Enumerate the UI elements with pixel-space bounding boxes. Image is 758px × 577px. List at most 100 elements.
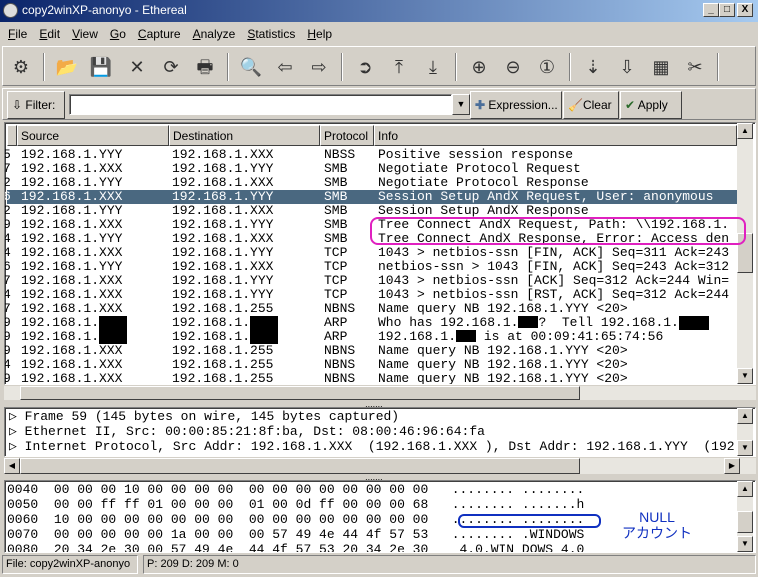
- open-icon[interactable]: 📂: [55, 55, 79, 79]
- cell-destination: 192.168.1.XXX: [172, 176, 274, 190]
- menu-capture[interactable]: Capture: [138, 27, 181, 44]
- details-scrollbar[interactable]: ▲ ▼: [737, 408, 753, 456]
- zoom-normal-icon[interactable]: ①: [535, 55, 559, 79]
- table-row[interactable]: 5 192.168.1.YYY 192.168.1.XXX NBSS Positive …: [5, 148, 737, 162]
- cell-no: 6: [5, 190, 13, 204]
- scroll-up-button[interactable]: ▲: [737, 481, 753, 497]
- scroll-left-button[interactable]: ◀: [4, 458, 20, 474]
- filter-input[interactable]: [69, 94, 452, 115]
- menu-help[interactable]: Help: [307, 27, 332, 44]
- preferences-icon[interactable]: ✂: [683, 55, 707, 79]
- cell-source: 192.168.1.XXX: [21, 372, 123, 385]
- hscroll-thumb[interactable]: [20, 458, 580, 474]
- table-row[interactable]: 9 192.168.1.XXX 192.168.1.255 NBNS Name quer…: [5, 344, 737, 358]
- table-row[interactable]: 2 192.168.1.YYY 192.168.1.XXX SMB Negotiate …: [5, 176, 737, 190]
- details-hscrollbar[interactable]: ◀ ▶: [4, 458, 756, 474]
- menu-edit[interactable]: Edit: [39, 27, 60, 44]
- apply-button[interactable]: ✔ Apply: [620, 91, 682, 119]
- cell-protocol: TCP: [324, 274, 348, 288]
- table-row[interactable]: 9 192.168.1.XXX 192.168.1.255 NBNS Name quer…: [5, 372, 737, 385]
- main-toolbar: ⚙ 📂 💾 ✕ ⟳ 🖶 🔍 ⇦ ⇨ ➲ ⤒ ⤓ ⊕ ⊖ ① ⇣ ⇩ ▦ ✂: [2, 46, 756, 86]
- table-row[interactable]: 7 192.168.1.XXX 192.168.1.255 NBNS Name quer…: [5, 302, 737, 316]
- cell-protocol: SMB: [324, 162, 348, 176]
- expand-arrow-icon[interactable]: ▷: [9, 424, 25, 439]
- column-header-destination[interactable]: Destination: [169, 125, 320, 146]
- table-row[interactable]: 7 192.168.1.XXX 192.168.1.YYY TCP 1043 > net…: [5, 274, 737, 288]
- hex-bytes: 00 00 00 00 00 1a 00 00 00 57 49 4e 44 4…: [53, 527, 452, 542]
- packet-list-scrollbar[interactable]: ▲ ▼: [737, 123, 753, 384]
- detail-row[interactable]: ▷ Frame 59 (145 bytes on wire, 145 bytes…: [9, 409, 399, 424]
- last-icon[interactable]: ⤓: [421, 55, 445, 79]
- minimize-button[interactable]: _: [703, 3, 719, 17]
- reload-icon[interactable]: ⟳: [159, 55, 183, 79]
- display-filters-icon[interactable]: ⇩: [615, 55, 639, 79]
- capture-options-icon[interactable]: ⚙: [9, 55, 33, 79]
- zoom-in-icon[interactable]: ⊕: [467, 55, 491, 79]
- table-row[interactable]: 6 192.168.1.XXX 192.168.1.YYY SMB Session Se…: [5, 190, 737, 204]
- hex-row[interactable]: 0050 00 00 ff ff 01 00 00 00 01 00 0d ff…: [7, 497, 584, 512]
- column-header-info[interactable]: Info: [374, 125, 737, 146]
- hex-scrollbar[interactable]: ▲ ▼: [737, 481, 753, 552]
- clear-button[interactable]: 🧹Clear: [563, 91, 619, 119]
- print-icon[interactable]: 🖶: [193, 55, 217, 79]
- menu-analyze[interactable]: Analyze: [193, 27, 236, 44]
- scroll-thumb[interactable]: [737, 511, 753, 533]
- hex-offset: 0060: [7, 512, 54, 527]
- maximize-button[interactable]: □: [719, 3, 735, 17]
- column-header-protocol[interactable]: Protocol: [320, 125, 374, 146]
- forward-icon[interactable]: ⇨: [307, 55, 331, 79]
- table-row[interactable]: 9192.168.1.192.168.1.ARP192.168.1. is at…: [5, 318, 737, 344]
- scroll-up-button[interactable]: ▲: [737, 408, 753, 424]
- scroll-down-button[interactable]: ▼: [737, 440, 753, 456]
- expression-button[interactable]: ✚ Expression...: [470, 91, 562, 119]
- scroll-up-button[interactable]: ▲: [737, 123, 753, 139]
- cell-no: 4: [5, 232, 13, 246]
- table-row[interactable]: 4 192.168.1.XXX 192.168.1.YYY TCP 1043 > net…: [5, 246, 737, 260]
- first-icon[interactable]: ⤒: [387, 55, 411, 79]
- checkmark-icon: ✔: [625, 98, 638, 112]
- save-icon[interactable]: 💾: [89, 55, 113, 79]
- info-text: Name query NB 192.168.1.YYY <20>: [378, 302, 628, 316]
- scroll-down-button[interactable]: ▼: [737, 536, 753, 552]
- detail-row[interactable]: ▷ Ethernet II, Src: 00:00:85:21:8f:ba, D…: [9, 424, 485, 439]
- hex-row[interactable]: 0070 00 00 00 00 00 1a 00 00 00 57 49 4e…: [7, 527, 584, 542]
- goto-icon[interactable]: ➲: [353, 55, 377, 79]
- back-icon[interactable]: ⇦: [273, 55, 297, 79]
- expand-arrow-icon[interactable]: ▷: [9, 409, 25, 424]
- menu-view[interactable]: View: [72, 27, 98, 44]
- table-row[interactable]: 2 192.168.1.YYY 192.168.1.XXX SMB Session Se…: [5, 204, 737, 218]
- table-row[interactable]: 6 192.168.1.YYY 192.168.1.XXX TCP netbios-ss…: [5, 260, 739, 274]
- title-bar: copy2winXP-anonyo - Ethereal _ □ X: [0, 0, 758, 22]
- table-row[interactable]: 7 192.168.1.XXX 192.168.1.YYY SMB Negotiate …: [5, 162, 737, 176]
- cell-protocol: TCP: [324, 260, 348, 274]
- column-header-no[interactable]: [7, 125, 17, 146]
- cell-info: netbios-ssn > 1043 [FIN, ACK] Seq=243 Ac…: [378, 260, 739, 274]
- capture-filters-icon[interactable]: ⇣: [581, 55, 605, 79]
- filter-dropdown-button[interactable]: ▼: [452, 94, 470, 115]
- scroll-down-button[interactable]: ▼: [737, 368, 753, 384]
- menu-go[interactable]: Go: [110, 27, 126, 44]
- hscroll-thumb[interactable]: [20, 386, 580, 400]
- menu-file[interactable]: File: [8, 27, 27, 44]
- filter-button[interactable]: ⇩ Filter:: [7, 91, 65, 119]
- info-text: 192.168.1.: [378, 330, 457, 344]
- menu-statistics[interactable]: Statistics: [247, 27, 295, 44]
- redacted-block: [518, 316, 539, 328]
- packet-list-hscrollbar[interactable]: [4, 386, 756, 400]
- cell-protocol: SMB: [324, 204, 348, 218]
- table-row[interactable]: 4 192.168.1.XXX 192.168.1.255 NBNS Name quer…: [5, 358, 737, 372]
- column-header-source[interactable]: Source: [17, 125, 169, 146]
- cell-no: 2: [5, 176, 13, 190]
- expand-arrow-icon[interactable]: ▷: [9, 439, 25, 454]
- cell-protocol: NBNS: [324, 302, 356, 316]
- close-icon[interactable]: ✕: [125, 55, 149, 79]
- hex-row[interactable]: 0040 00 00 00 10 00 00 00 00 00 00 00 00…: [7, 482, 584, 497]
- close-window-button[interactable]: X: [737, 3, 753, 17]
- coloring-rules-icon[interactable]: ▦: [649, 55, 673, 79]
- hex-row[interactable]: 0080 20 34 2e 30 00 57 49 4e 44 4f 57 53…: [7, 542, 584, 552]
- table-row[interactable]: 4 192.168.1.XXX 192.168.1.YYY TCP 1043 > net…: [5, 288, 737, 302]
- find-icon[interactable]: 🔍: [239, 55, 263, 79]
- scroll-right-button[interactable]: ▶: [724, 458, 740, 474]
- detail-row[interactable]: ▷ Internet Protocol, Src Addr: 192.168.1…: [9, 439, 742, 454]
- zoom-out-icon[interactable]: ⊖: [501, 55, 525, 79]
